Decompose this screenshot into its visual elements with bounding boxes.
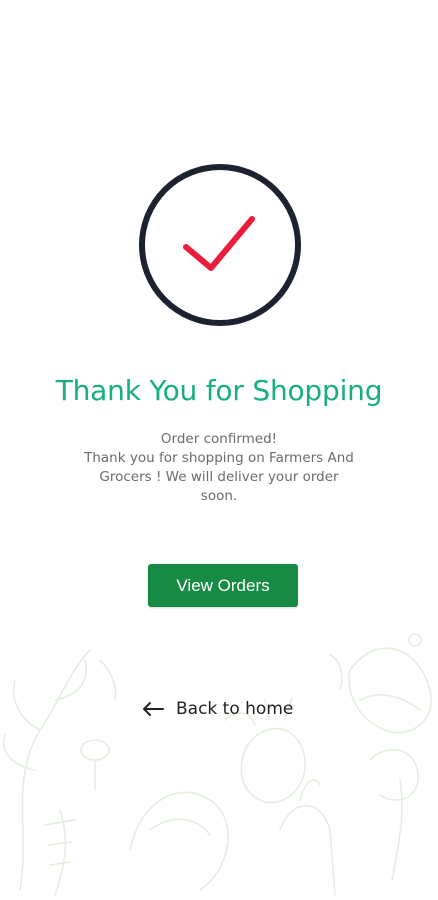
vegetable-background-illustration <box>3 633 433 896</box>
message-line: Order confirmed! <box>160 431 278 447</box>
back-to-home-label: Back to home <box>176 699 294 719</box>
message-line: Grocers ! We will deliver your order <box>99 469 339 485</box>
view-orders-button[interactable]: View Orders <box>148 564 298 607</box>
order-confirmation-screen: Thank You for Shopping Order confirmed! … <box>0 0 438 900</box>
confirmation-title: Thank You for Shopping <box>55 374 383 407</box>
arrow-left-icon <box>143 702 164 716</box>
check-circle-icon <box>138 163 302 327</box>
back-to-home-link[interactable]: Back to home <box>142 694 293 724</box>
message-line: soon. <box>200 488 238 504</box>
confirmation-message: Order confirmed! Thank you for shopping … <box>70 430 368 506</box>
message-line: Thank you for shopping on Farmers And <box>84 450 354 466</box>
